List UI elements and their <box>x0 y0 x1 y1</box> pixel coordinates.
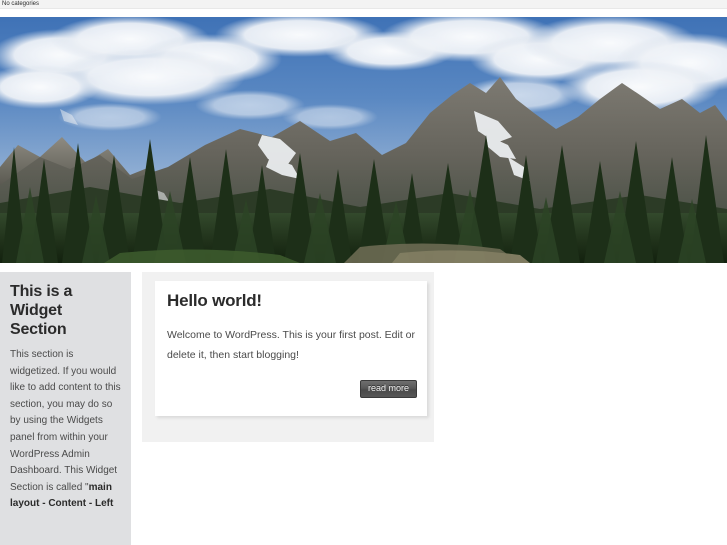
post-title[interactable]: Hello world! <box>167 291 262 311</box>
left-widget-sidebar: This is a Widget Section This section is… <box>0 272 131 545</box>
page-body: This is a Widget Section This section is… <box>0 263 727 545</box>
site-header-image <box>0 17 727 263</box>
post-card: Hello world! Welcome to WordPress. This … <box>155 281 427 416</box>
mountain-landscape-photo <box>0 17 727 263</box>
widget-section-body: This section is widgetized. If you would… <box>10 347 121 513</box>
top-categories-bar: No categories <box>0 0 727 9</box>
no-categories-label: No categories <box>2 1 40 7</box>
widget-body-text: This section is widgetized. If you would… <box>10 349 121 493</box>
main-content-area: Hello world! Welcome to WordPress. This … <box>142 272 434 442</box>
widget-section-title: This is a Widget Section <box>10 283 73 338</box>
post-excerpt: Welcome to WordPress. This is your first… <box>167 329 415 361</box>
read-more-button[interactable]: read more <box>360 380 418 398</box>
